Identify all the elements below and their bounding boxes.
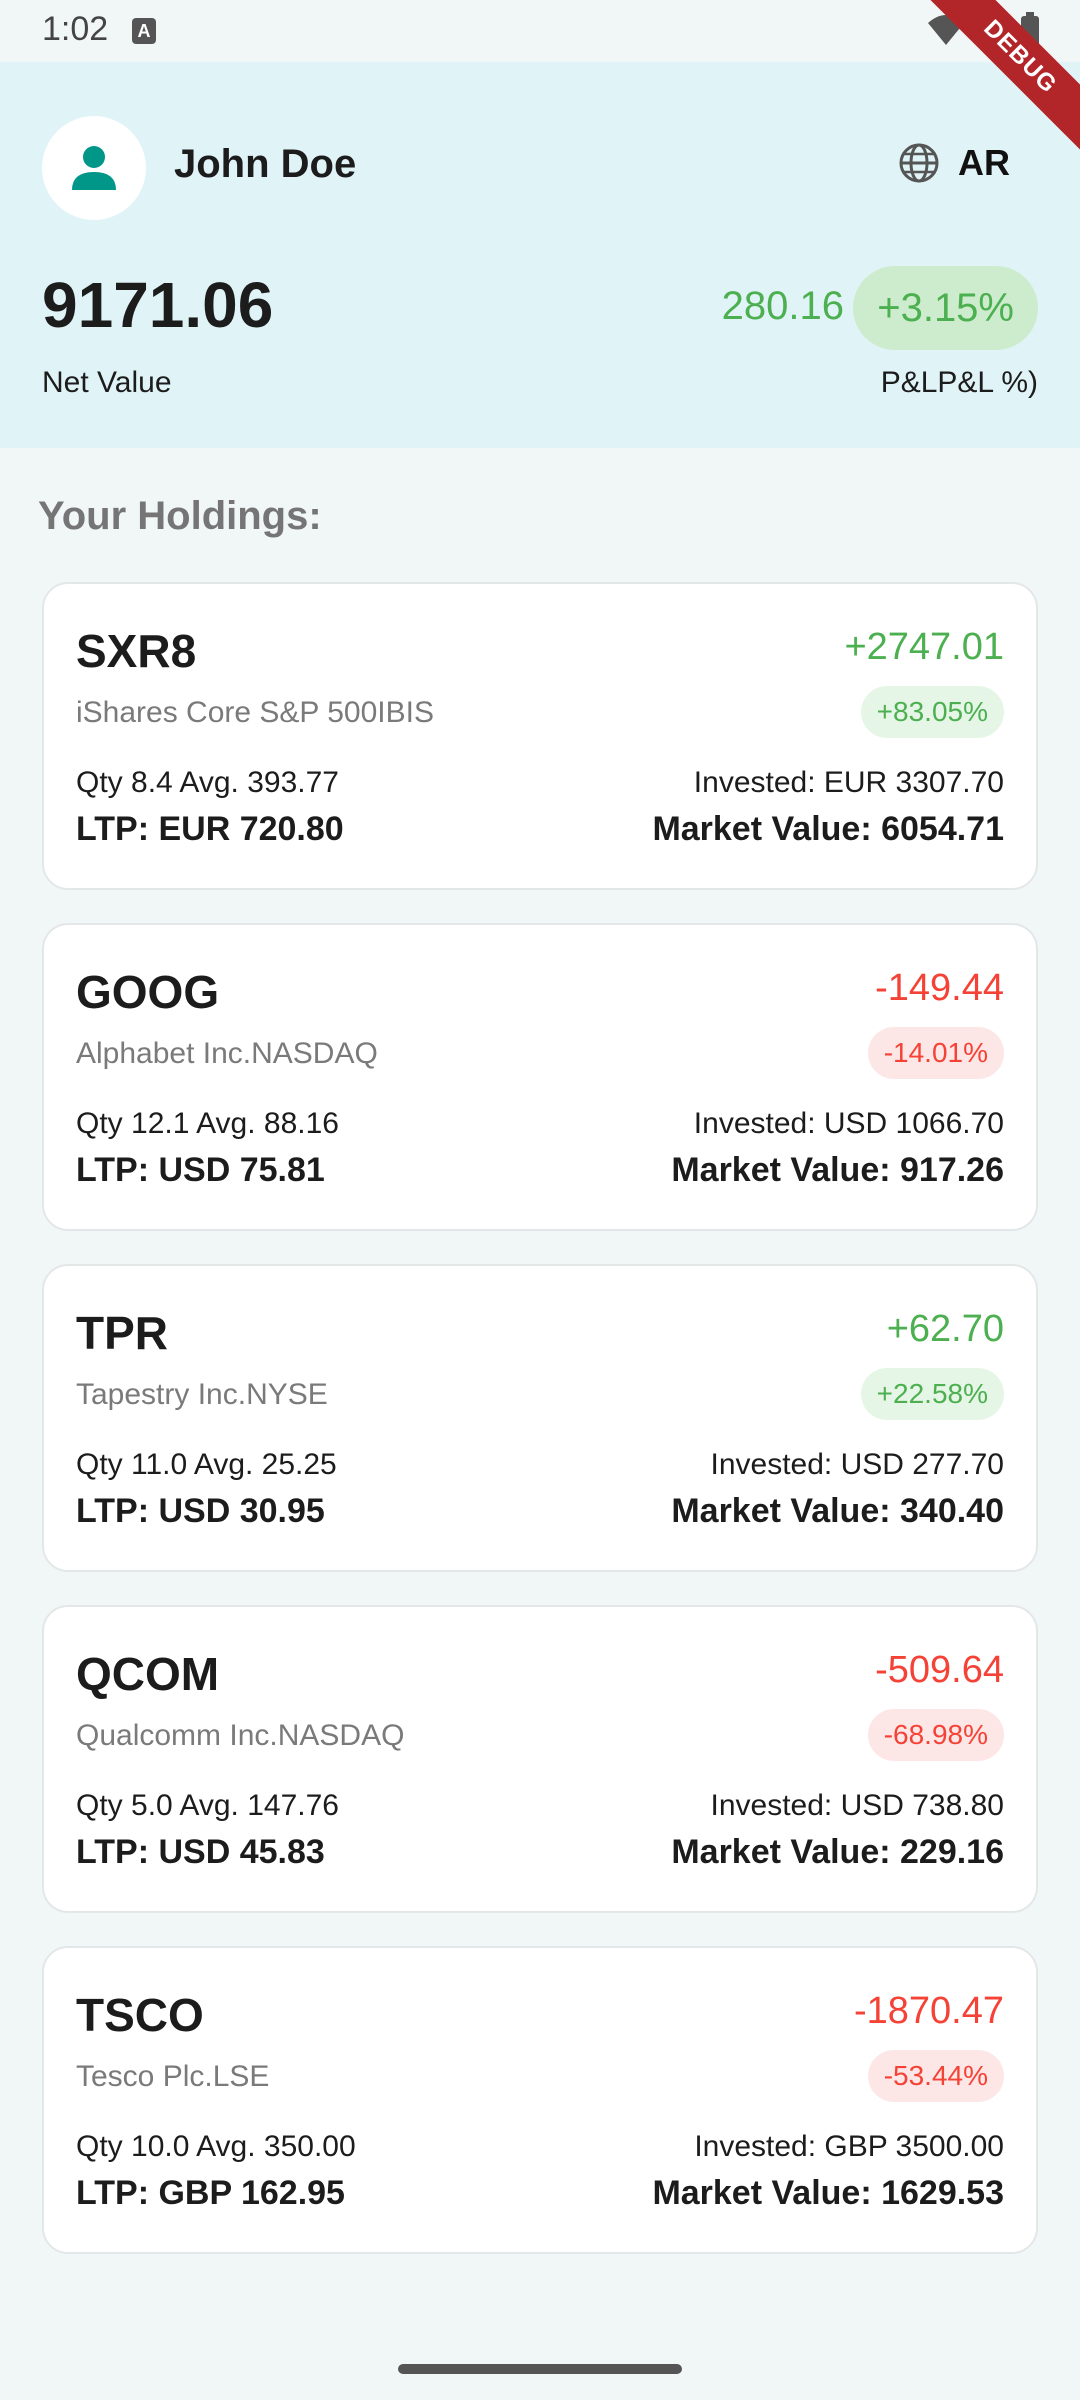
holding-ltp: LTP: USD 75.81: [76, 1151, 325, 1189]
holding-name: iShares Core S&P 500IBIS: [76, 696, 434, 729]
language-label: AR: [958, 142, 1010, 183]
holding-card[interactable]: QCOM Qualcomm Inc.NASDAQ -509.64 -68.98%…: [42, 1605, 1038, 1913]
status-time: 1:02: [42, 10, 109, 48]
user-name: John Doe: [174, 142, 357, 186]
holding-symbol: TPR: [76, 1307, 168, 1359]
total-pl-percent-badge: +3.15%: [853, 266, 1038, 350]
home-indicator[interactable]: [398, 2364, 682, 2374]
holdings-title: Your Holdings:: [38, 494, 322, 538]
holding-name: Qualcomm Inc.NASDAQ: [76, 1719, 405, 1752]
holding-qty-avg: Qty 10.0 Avg. 350.00: [76, 2130, 356, 2163]
holding-name: Tapestry Inc.NYSE: [76, 1378, 328, 1411]
net-value-label: Net Value: [42, 366, 172, 399]
status-bar: 1:02 A: [0, 0, 1080, 62]
holding-symbol: TSCO: [76, 1989, 204, 2041]
total-pl-value: 280.16: [721, 284, 844, 328]
holding-pl-percent-badge: -68.98%: [867, 1709, 1004, 1761]
language-button[interactable]: AR: [898, 142, 1010, 184]
globe-icon: [899, 143, 939, 183]
holding-name: Alphabet Inc.NASDAQ: [76, 1037, 378, 1070]
holding-market-value: Market Value: 1629.53: [652, 2174, 1004, 2212]
portfolio-header: John Doe AR 9171.06 Net Value 280.16 +3.…: [0, 62, 1080, 448]
holding-name: Tesco Plc.LSE: [76, 2060, 270, 2093]
pl-label: P&LP&L %): [880, 366, 1038, 399]
holding-market-value: Market Value: 6054.71: [652, 810, 1004, 848]
holding-pl-percent-badge: -53.44%: [867, 2050, 1004, 2102]
holding-card[interactable]: TSCO Tesco Plc.LSE -1870.47 -53.44% Qty …: [42, 1946, 1038, 2254]
holding-qty-avg: Qty 11.0 Avg. 25.25: [76, 1448, 337, 1481]
holding-invested: Invested: USD 738.80: [710, 1789, 1004, 1822]
net-value: 9171.06: [42, 269, 274, 341]
holding-pl: +62.70: [886, 1308, 1004, 1350]
notification-icon: A: [132, 18, 156, 44]
holding-qty-avg: Qty 8.4 Avg. 393.77: [76, 766, 339, 799]
holding-qty-avg: Qty 12.1 Avg. 88.16: [76, 1107, 339, 1140]
holding-pl: -1870.47: [853, 1990, 1004, 2032]
holding-card[interactable]: TPR Tapestry Inc.NYSE +62.70 +22.58% Qty…: [42, 1264, 1038, 1572]
holding-market-value: Market Value: 917.26: [671, 1151, 1004, 1189]
holding-ltp: LTP: GBP 162.95: [76, 2174, 345, 2212]
holding-ltp: LTP: USD 45.83: [76, 1833, 325, 1871]
holding-invested: Invested: GBP 3500.00: [694, 2130, 1004, 2163]
holding-pl: -509.64: [875, 1649, 1004, 1691]
holding-ltp: LTP: EUR 720.80: [76, 810, 344, 848]
avatar[interactable]: [42, 116, 146, 220]
holding-card[interactable]: GOOG Alphabet Inc.NASDAQ -149.44 -14.01%…: [42, 923, 1038, 1231]
holding-market-value: Market Value: 229.16: [671, 1833, 1004, 1871]
holding-invested: Invested: EUR 3307.70: [693, 766, 1004, 799]
holding-pl-percent-badge: +83.05%: [860, 686, 1004, 738]
holding-pl: -149.44: [875, 967, 1004, 1009]
holding-ltp: LTP: USD 30.95: [76, 1492, 325, 1530]
holding-card[interactable]: SXR8 iShares Core S&P 500IBIS +2747.01 +…: [42, 582, 1038, 890]
holding-pl-percent-badge: -14.01%: [867, 1027, 1004, 1079]
holdings-list: SXR8 iShares Core S&P 500IBIS +2747.01 +…: [42, 582, 1038, 2287]
person-icon: [72, 146, 116, 190]
holding-pl-percent-badge: +22.58%: [860, 1368, 1004, 1420]
holding-qty-avg: Qty 5.0 Avg. 147.76: [76, 1789, 339, 1822]
holding-symbol: QCOM: [76, 1648, 220, 1700]
holding-symbol: GOOG: [76, 966, 220, 1018]
holding-invested: Invested: USD 277.70: [710, 1448, 1004, 1481]
holding-market-value: Market Value: 340.40: [671, 1492, 1004, 1530]
holding-pl: +2747.01: [844, 626, 1004, 668]
holding-invested: Invested: USD 1066.70: [693, 1107, 1004, 1140]
holding-symbol: SXR8: [76, 625, 197, 677]
